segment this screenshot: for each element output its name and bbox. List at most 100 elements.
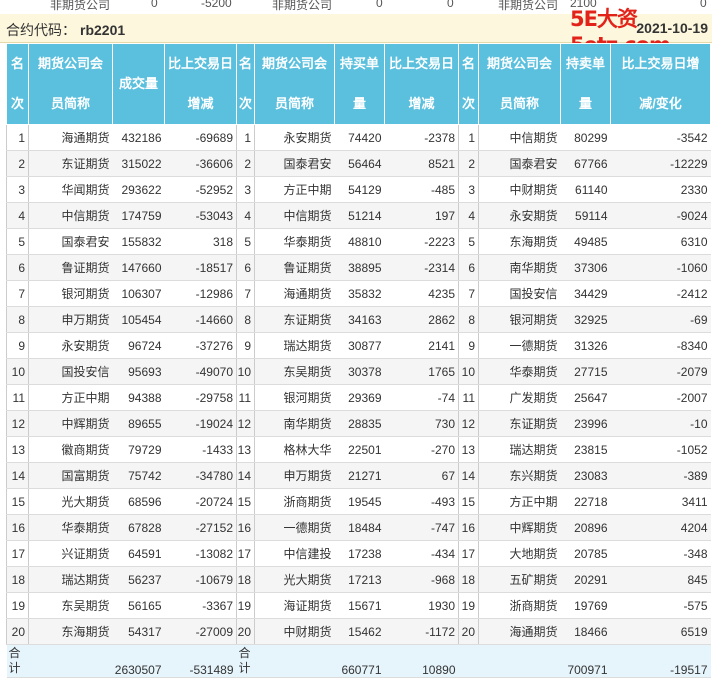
header-text: 次 [10,96,24,111]
rank-cell: 15 [236,488,255,515]
volume-cell: 64591 [112,540,165,567]
table-row: 5 国泰君安 155832 318 5 华泰期货 48810 -2223 5 东海期货 49485 6… [6,228,711,255]
short-change-cell: 4204 [610,514,711,541]
member-name-cell: 海通期货 [28,124,113,151]
long-position-cell: 30378 [334,358,385,385]
long-change-cell: -493 [384,488,459,515]
rank-cell: 16 [236,514,255,541]
table-row: 19 东吴期货 56165 -3367 19 海证期货 15671 1930 19 浙商期货 197… [6,592,711,619]
header-text: 次 [461,96,475,111]
short-position-cell: 37306 [560,254,611,281]
member-name-cell: 银河期货 [254,384,335,411]
total-label-cell: 合计 [6,644,29,678]
short-change-cell: 6310 [610,228,711,255]
long-change-cell: 2862 [384,306,459,333]
volume-header: 成交量 [112,43,165,125]
rank-cell: 8 [458,306,479,333]
header-text: 增减 [408,96,435,111]
long-position-cell: 54129 [334,176,385,203]
table-row: 14 国富期货 75742 -34780 14 申万期货 21271 67 14 东兴期货 2308… [6,462,711,489]
long-position-cell: 18484 [334,514,385,541]
short-position-cell: 61140 [560,176,611,203]
member-name-cell: 海通期货 [254,280,335,307]
long-position-cell: 22501 [334,436,385,463]
long-change-cell: 67 [384,462,459,489]
rank-cell: 14 [236,462,255,489]
volume-cell: 155832 [112,228,165,255]
member-name-cell: 浙商期货 [254,488,335,515]
member-name-cell: 东证期货 [254,306,335,333]
member-name-cell: 浙商期货 [478,592,561,619]
long-position-cell: 15462 [334,618,385,645]
short-change-cell: -389 [610,462,711,489]
volume-cell: 432186 [112,124,165,151]
long-change-cell: -1172 [384,618,459,645]
member-name-cell: 华闻期货 [28,176,113,203]
volume-cell: 174759 [112,202,165,229]
short-change-cell: -2007 [610,384,711,411]
member-name-cell: 方正中期 [478,488,561,515]
header-text: 持买单 [339,56,379,71]
header-text: 持卖单 [565,56,605,71]
rank-cell: 15 [458,488,479,515]
member-name-cell: 申万期货 [254,462,335,489]
short-change-cell: -2079 [610,358,711,385]
table-row: 17 兴证期货 64591 -13082 17 中信建投 17238 -434 17 大地期货 20… [6,540,711,567]
member-name-cell: 华泰期货 [254,228,335,255]
short-change-cell: -348 [610,540,711,567]
volume-change-cell: -1433 [164,436,237,463]
table-row: 13 徽商期货 79729 -1433 13 格林大华 22501 -270 13 瑞达期货 238… [6,436,711,463]
short-change-cell: -8340 [610,332,711,359]
volume-cell: 75742 [112,462,165,489]
rank-cell: 14 [458,462,479,489]
header-text: 比上交易日 [388,56,454,71]
rank-cell: 20 [6,618,29,645]
short-change-cell: -9024 [610,202,711,229]
member-name-cell: 广发期货 [478,384,561,411]
member-name-cell: 五矿期货 [478,566,561,593]
futures-ranking-page: 非期货公司 0 -5200 非期货公司 0 0 非期货公司 2100 0 合约代… [0,0,726,683]
short-change-cell: -3542 [610,124,711,151]
long-position-cell: 28835 [334,410,385,437]
header-text: 期货公司会 [486,56,552,71]
long-change-cell: 730 [384,410,459,437]
short-position-cell: 23996 [560,410,611,437]
rank-cell: 8 [6,306,29,333]
short-position-cell: 31326 [560,332,611,359]
header-text: 员简称 [274,96,314,111]
long-change-cell: 197 [384,202,459,229]
rank-header: 名次 [458,43,479,125]
member-name-cell: 东证期货 [28,150,113,177]
long-change-cell: -2314 [384,254,459,281]
short-position-cell: 19769 [560,592,611,619]
rank-cell: 11 [6,384,29,411]
volume-change-cell: -27152 [164,514,237,541]
rank-cell: 12 [236,410,255,437]
member-name-cell: 中信期货 [28,202,113,229]
volume-cell: 67828 [112,514,165,541]
short-position-cell: 32925 [560,306,611,333]
rank-cell: 16 [6,514,29,541]
table-row: 20 东海期货 54317 -27009 20 中财期货 15462 -1172 20 海通期货 1… [6,618,711,645]
long-position-cell: 17238 [334,540,385,567]
header-text: 比上交易日增 [621,56,700,71]
member-name-cell: 银河期货 [28,280,113,307]
rank-cell: 5 [6,228,29,255]
cell: -5200 [201,0,232,10]
long-position-cell: 30877 [334,332,385,359]
short-position-cell: 22718 [560,488,611,515]
header-text: 增减 [187,96,214,111]
member-name-cell: 东海期货 [478,228,561,255]
total-volume-change-cell: -531489 [164,644,237,678]
empty-cell [458,644,479,678]
short-position-cell: 18466 [560,618,611,645]
long-change-cell: -968 [384,566,459,593]
rank-cell: 1 [6,124,29,151]
member-name-cell: 东吴期货 [254,358,335,385]
table-row: 10 国投安信 95693 -49070 10 东吴期货 30378 1765 10 华泰期货 27… [6,358,711,385]
rank-cell: 2 [6,150,29,177]
rank-cell: 3 [236,176,255,203]
cell: 0 [447,0,454,10]
rank-cell: 4 [6,202,29,229]
member-name-cell: 兴证期货 [28,540,113,567]
